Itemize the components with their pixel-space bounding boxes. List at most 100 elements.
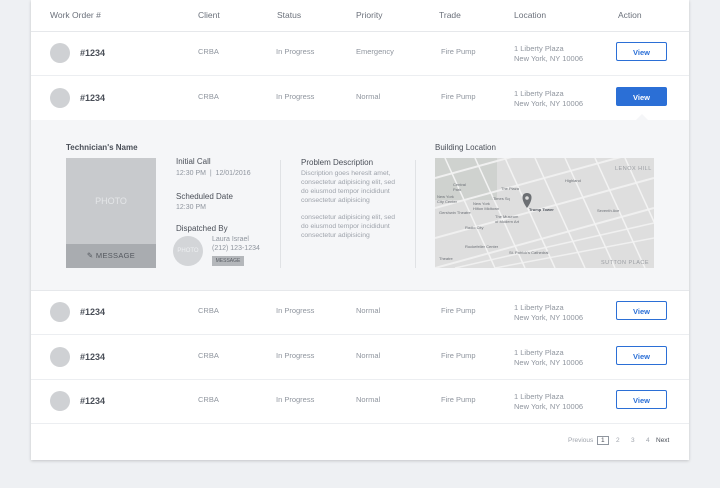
client-cell: CRBA [198,92,219,101]
view-button-active[interactable]: View [616,87,667,106]
location-cell: 1 Liberty Plaza New York, NY 10006 [514,392,583,412]
priority-cell: Normal [356,92,381,101]
trade-cell: Fire Pump [441,395,476,404]
work-orders-card: Work Order # Client Status Priority Trad… [31,0,689,460]
table-header: Work Order # Client Status Priority Trad… [31,0,689,32]
map-label-park: Park [453,187,462,192]
map-label-seventh: Seventh Ave [597,208,620,213]
problem-description-text: Discription goes hereslt amet, consectet… [301,170,396,204]
location-cell: 1 Liberty Plaza New York, NY 10006 [514,44,583,64]
trade-cell: Fire Pump [441,306,476,315]
map-label-plaza: The Plaza [501,186,520,191]
view-button[interactable]: View [616,346,667,365]
work-order-number: #1234 [80,48,106,58]
priority-cell: Normal [356,306,381,315]
work-order-number: #1234 [80,396,106,406]
divider [280,160,281,268]
avatar [50,88,70,108]
map-label-times: Times Sq [493,196,510,201]
initial-call-label: Initial Call [176,157,211,166]
map-label-radio: Radio City [465,225,484,230]
trade-cell: Fire Pump [441,92,476,101]
problem-description-label: Problem Description [301,158,374,167]
table-row[interactable]: #1234 CRBA In Progress Normal Fire Pump … [31,335,689,380]
location-line-1: 1 Liberty Plaza [514,303,564,312]
building-location-map[interactable]: LENOX HILL SUTTON PLACE Trump Tower Cent… [435,158,654,268]
pagination-next[interactable]: Next [656,437,669,444]
message-button[interactable]: ✎ MESSAGE [66,244,156,268]
view-button[interactable]: View [616,390,667,409]
building-location-label: Building Location [435,143,496,152]
avatar [50,43,70,63]
view-button[interactable]: View [616,42,667,61]
photo-placeholder: PHOTO [95,196,127,206]
map-label-sutton: SUTTON PLACE [601,260,650,266]
view-button[interactable]: View [616,301,667,320]
work-order-number: #1234 [80,352,106,362]
avatar [50,391,70,411]
work-order-number: #1234 [80,307,106,317]
work-order-number: #1234 [80,93,106,103]
location-line-2: New York, NY 10006 [514,99,584,108]
location-line-1: 1 Liberty Plaza [514,89,564,98]
dispatcher-name: Laura Israel [212,236,249,243]
scheduled-date-value: 12:30 PM [176,204,206,211]
divider [415,160,416,268]
client-cell: CRBA [198,395,219,404]
map-label-trump: Trump Tower [529,207,554,212]
location-line-2: New York, NY 10006 [514,313,584,322]
dispatcher-phone: (212) 123-1234 [212,245,260,252]
client-cell: CRBA [198,306,219,315]
location-line-2: New York, NY 10006 [514,54,584,63]
location-cell: 1 Liberty Plaza New York, NY 10006 [514,303,583,323]
initial-call-value: 12:30 PM | 12/01/2016 [176,170,251,177]
status-cell: In Progress [276,351,315,360]
trade-cell: Fire Pump [441,351,476,360]
pagination-previous[interactable]: Previous [568,437,593,444]
pencil-icon: ✎ [86,251,94,260]
table-row[interactable]: #1234 CRBA In Progress Normal Fire Pump … [31,379,689,424]
dispatched-by-label: Dispatched By [176,224,228,233]
avatar [50,347,70,367]
map-label-st-patrick: St. Patrick's Cathedral [509,250,549,255]
location-cell: 1 Liberty Plaza New York, NY 10006 [514,89,583,109]
location-line-1: 1 Liberty Plaza [514,392,564,401]
map-label-moma: of Modern Art [495,219,520,224]
status-cell: In Progress [276,92,315,101]
pagination-page-4[interactable]: 4 [646,437,650,444]
map-label-rockefeller: Rockefeller Center [465,244,499,249]
priority-cell: Normal [356,351,381,360]
col-action: Action [618,10,642,20]
status-cell: In Progress [276,47,315,56]
col-location: Location [514,10,547,20]
client-cell: CRBA [198,47,219,56]
col-trade: Trade [439,10,461,20]
location-line-2: New York, NY 10006 [514,358,584,367]
map-label-hilton: Hilton Midtown [473,206,500,211]
pagination-page-1[interactable]: 1 [597,436,609,445]
dispatcher-photo: PHOTO [173,236,203,266]
map-label-gershwin: Gershwin Theatre [439,210,471,215]
col-priority: Priority [356,10,383,20]
work-order-detail-panel: Technician's Name PHOTO ✎ MESSAGE Initia… [31,120,689,291]
priority-cell: Normal [356,395,381,404]
dispatcher-message-button[interactable]: MESSAGE [212,256,244,266]
scheduled-date-label: Scheduled Date [176,192,233,201]
location-line-1: 1 Liberty Plaza [514,348,564,357]
problem-description-text-2: consectetur adipisicing elit, sed do eiu… [301,214,396,239]
priority-cell: Emergency [356,47,394,56]
pagination-page-3[interactable]: 3 [631,437,635,444]
technician-photo: PHOTO ✎ MESSAGE [66,158,156,268]
location-line-2: New York, NY 10006 [514,402,584,411]
map-label-theatre: Theatre [439,256,453,261]
table-row[interactable]: #1234 CRBA In Progress Normal Fire Pump … [31,290,689,335]
table-row[interactable]: #1234 CRBA In Progress Emergency Fire Pu… [31,31,689,76]
status-cell: In Progress [276,306,315,315]
pagination-page-2[interactable]: 2 [616,437,620,444]
map-label-lenox: LENOX HILL [615,166,652,172]
col-status: Status [277,10,302,20]
location-cell: 1 Liberty Plaza New York, NY 10006 [514,348,583,368]
table-row-selected[interactable]: #1234 CRBA In Progress Normal Fire Pump … [31,76,689,121]
location-line-1: 1 Liberty Plaza [514,44,564,53]
map-label-highland: Highland [565,178,581,183]
